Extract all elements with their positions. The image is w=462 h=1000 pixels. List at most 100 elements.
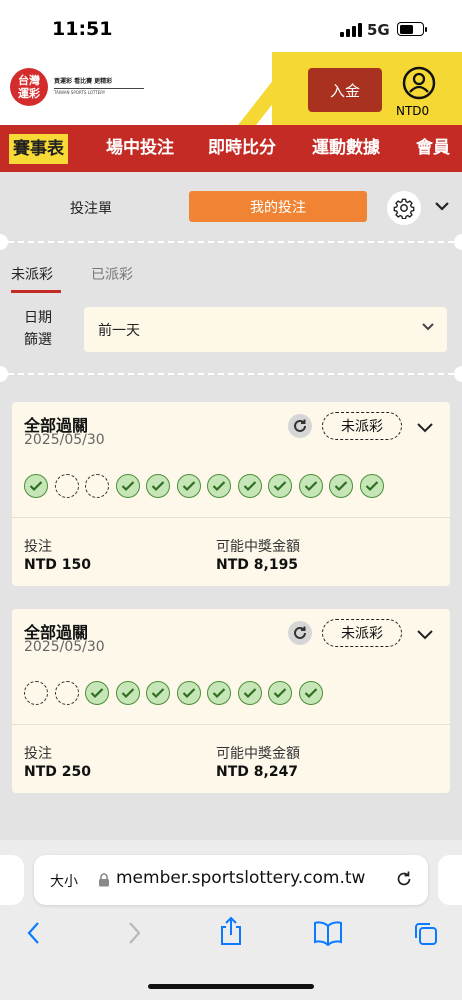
leg-won-check-icon (207, 681, 231, 705)
leg-won-check-icon (298, 474, 323, 498)
chevron-down-icon[interactable] (416, 629, 434, 641)
nav-item-sports-data[interactable]: 運動數據 (312, 125, 380, 172)
date-filter-label: 日期篩選 (24, 310, 52, 348)
leg-won-check-icon (115, 681, 140, 705)
status-bar: 11:51 5G (0, 0, 462, 52)
leg-won-check-icon (268, 681, 292, 705)
bets-panel: 投注單 我的投注 未派彩 已派彩 日期篩選 前一天 全部過關 2025/05/3… (0, 180, 462, 840)
lock-icon (99, 873, 109, 887)
divider (8, 241, 454, 243)
refresh-button[interactable] (288, 621, 312, 645)
bet-date: 2025/05/30 (24, 639, 105, 655)
bet-legs (24, 474, 384, 498)
bet-legs (24, 681, 323, 705)
leg-won-check-icon (237, 474, 262, 498)
forward-icon[interactable] (124, 920, 144, 946)
logo-tagline: 買運彩 看比賽 更精彩 (54, 78, 113, 85)
payout-label: 可能中獎金額 (216, 539, 300, 555)
leg-won-check-icon (24, 474, 48, 498)
nav-item-schedule[interactable]: 賽事表 (9, 134, 68, 164)
text-size-button[interactable]: 大小 (50, 871, 78, 891)
reload-icon[interactable] (394, 869, 414, 889)
bet-date: 2025/05/30 (24, 432, 105, 448)
leg-pending-icon (85, 474, 109, 498)
leg-won-check-icon (85, 681, 109, 705)
divider-notch (454, 234, 462, 250)
tab-my-bets[interactable]: 我的投注 (189, 191, 367, 222)
leg-won-check-icon (268, 474, 292, 498)
status-badge: 未派彩 (322, 619, 402, 647)
logo-english: TAIWAN SPORTS LOTTERY (54, 88, 144, 95)
chevron-down-icon (422, 323, 434, 331)
leg-won-check-icon (176, 474, 201, 498)
leg-pending-icon (54, 474, 79, 498)
logo-line-1: 台灣 (18, 74, 40, 87)
card-divider (12, 517, 450, 518)
logo[interactable]: 台灣 運彩 (10, 68, 48, 106)
refresh-icon (294, 419, 306, 432)
payout-label: 可能中獎金額 (216, 746, 300, 762)
divider (8, 373, 454, 375)
divider-notch (0, 366, 8, 382)
tab-betslip[interactable]: 投注單 (70, 198, 112, 218)
stake-value: NTD 150 (24, 557, 91, 573)
leg-won-check-icon (176, 681, 201, 705)
share-icon[interactable] (218, 916, 244, 946)
signal-icon (340, 23, 362, 37)
nav-item-live-betting[interactable]: 場中投注 (106, 125, 174, 172)
subtab-active-indicator (11, 290, 61, 293)
stake-label: 投注 (24, 746, 52, 762)
user-icon[interactable] (402, 66, 436, 100)
refresh-icon (294, 626, 306, 639)
balance-label: NTD0 (396, 104, 430, 118)
status-badge: 未派彩 (322, 412, 402, 440)
nav-item-live-scores[interactable]: 即時比分 (208, 125, 276, 172)
network-type: 5G (367, 21, 390, 39)
leg-won-check-icon (146, 681, 170, 705)
logo-line-2: 運彩 (18, 87, 40, 100)
main-nav: 賽事表 場中投注 即時比分 運動數據 會員 (0, 125, 462, 172)
tabs-icon[interactable] (412, 920, 440, 948)
previous-tab-preview[interactable] (0, 855, 24, 905)
leg-won-check-icon (237, 681, 262, 705)
leg-pending-icon (24, 681, 48, 705)
bet-card[interactable]: 全部過關 2025/05/30 未派彩 投注 NTD 250 可能中獎金額 NT… (12, 609, 450, 793)
nav-item-member[interactable]: 會員 (416, 125, 450, 172)
subtab-unsettled[interactable]: 未派彩 (11, 264, 53, 284)
card-divider (12, 724, 450, 725)
chevron-down-icon[interactable] (416, 422, 434, 434)
browser-toolbar: 大小 member.sportslottery.com.tw (0, 840, 462, 1000)
address-bar[interactable]: 大小 member.sportslottery.com.tw (34, 855, 428, 905)
leg-won-check-icon (298, 681, 323, 705)
bookmarks-icon[interactable] (312, 920, 344, 946)
gear-icon (393, 198, 415, 219)
site-header: 台灣 運彩 買運彩 看比賽 更精彩 TAIWAN SPORTS LOTTERY … (0, 52, 462, 125)
divider-notch (454, 366, 462, 382)
leg-won-check-icon (207, 474, 231, 498)
date-filter-select[interactable]: 前一天 (84, 307, 447, 352)
deposit-button[interactable]: 入金 (308, 68, 382, 112)
leg-won-check-icon (359, 474, 384, 498)
refresh-button[interactable] (288, 414, 312, 438)
payout-value: NTD 8,247 (216, 764, 299, 780)
bet-card[interactable]: 全部過關 2025/05/30 未派彩 投注 NTD 150 可能中獎金額 NT… (12, 402, 450, 586)
leg-won-check-icon (115, 474, 140, 498)
home-indicator (148, 984, 314, 989)
panel-tabs: 投注單 我的投注 (0, 180, 462, 240)
next-tab-preview[interactable] (438, 855, 462, 905)
collapse-chevron-icon[interactable] (434, 200, 450, 212)
status-time: 11:51 (52, 18, 113, 40)
leg-pending-icon (54, 681, 79, 705)
battery-icon (397, 22, 427, 36)
date-filter-value: 前一天 (98, 322, 140, 339)
leg-won-check-icon (146, 474, 170, 498)
settings-button[interactable] (387, 191, 421, 225)
stake-label: 投注 (24, 539, 52, 555)
leg-won-check-icon (329, 474, 353, 498)
subtab-settled[interactable]: 已派彩 (91, 264, 133, 284)
stake-value: NTD 250 (24, 764, 91, 780)
payout-value: NTD 8,195 (216, 557, 299, 573)
logo-text: 買運彩 看比賽 更精彩 TAIWAN SPORTS LOTTERY (54, 76, 144, 95)
url-text[interactable]: member.sportslottery.com.tw (116, 868, 365, 888)
back-icon[interactable] (24, 920, 44, 946)
